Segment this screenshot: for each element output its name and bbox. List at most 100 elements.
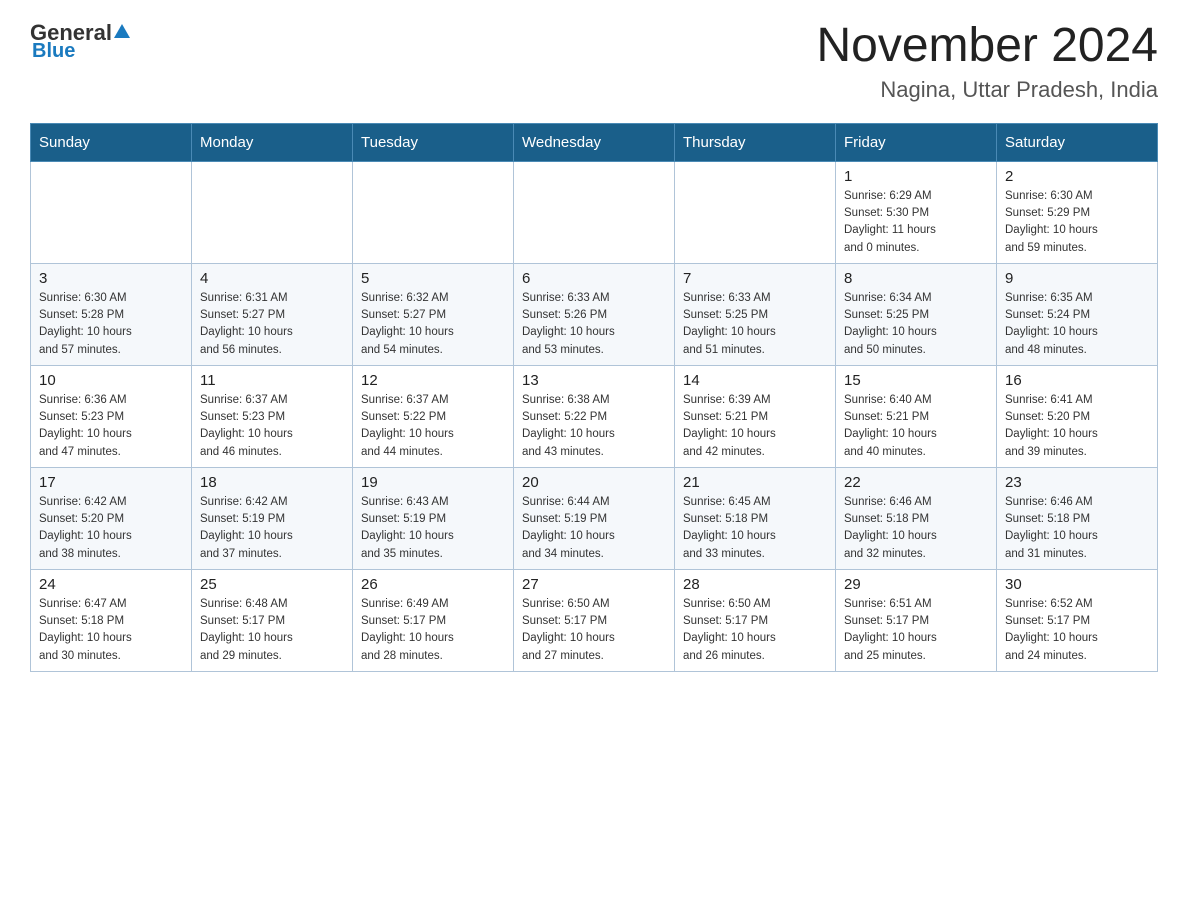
calendar-subtitle: Nagina, Uttar Pradesh, India — [816, 77, 1158, 103]
day-number: 12 — [361, 372, 505, 389]
calendar-cell: 2 Sunrise: 6:30 AM Sunset: 5:29 PM Daylig… — [997, 161, 1158, 263]
day-info: Sunrise: 6:33 AM Sunset: 5:26 PM Dayligh… — [522, 290, 666, 359]
day-number: 1 — [844, 168, 988, 185]
day-info: Sunrise: 6:30 AM Sunset: 5:29 PM Dayligh… — [1005, 188, 1149, 257]
day-number: 5 — [361, 270, 505, 287]
day-info: Sunrise: 6:34 AM Sunset: 5:25 PM Dayligh… — [844, 290, 988, 359]
calendar-cell: 10 Sunrise: 6:36 AM Sunset: 5:23 PM Dayli… — [31, 365, 192, 467]
day-info: Sunrise: 6:42 AM Sunset: 5:20 PM Dayligh… — [39, 494, 183, 563]
calendar-cell — [31, 161, 192, 263]
day-info: Sunrise: 6:46 AM Sunset: 5:18 PM Dayligh… — [1005, 494, 1149, 563]
day-number: 11 — [200, 372, 344, 389]
day-number: 29 — [844, 576, 988, 593]
calendar-cell: 23 Sunrise: 6:46 AM Sunset: 5:18 PM Dayli… — [997, 467, 1158, 569]
day-info: Sunrise: 6:39 AM Sunset: 5:21 PM Dayligh… — [683, 392, 827, 461]
calendar-cell: 11 Sunrise: 6:37 AM Sunset: 5:23 PM Dayli… — [192, 365, 353, 467]
day-info: Sunrise: 6:48 AM Sunset: 5:17 PM Dayligh… — [200, 596, 344, 665]
day-number: 18 — [200, 474, 344, 491]
calendar-cell: 12 Sunrise: 6:37 AM Sunset: 5:22 PM Dayli… — [353, 365, 514, 467]
day-info: Sunrise: 6:46 AM Sunset: 5:18 PM Dayligh… — [844, 494, 988, 563]
day-number: 8 — [844, 270, 988, 287]
calendar-cell: 9Sunrise: 6:35 AM Sunset: 5:24 PM Daylig… — [997, 263, 1158, 365]
calendar-cell: 13 Sunrise: 6:38 AM Sunset: 5:22 PM Dayli… — [514, 365, 675, 467]
calendar-cell: 6 Sunrise: 6:33 AM Sunset: 5:26 PM Daylig… — [514, 263, 675, 365]
day-info: Sunrise: 6:36 AM Sunset: 5:23 PM Dayligh… — [39, 392, 183, 461]
day-number: 10 — [39, 372, 183, 389]
calendar-cell: 8 Sunrise: 6:34 AM Sunset: 5:25 PM Daylig… — [836, 263, 997, 365]
calendar-cell: 24 Sunrise: 6:47 AM Sunset: 5:18 PM Dayli… — [31, 569, 192, 671]
calendar-cell: 4Sunrise: 6:31 AM Sunset: 5:27 PM Daylig… — [192, 263, 353, 365]
day-number: 25 — [200, 576, 344, 593]
calendar-header-friday: Friday — [836, 123, 997, 161]
day-info: Sunrise: 6:50 AM Sunset: 5:17 PM Dayligh… — [683, 596, 827, 665]
calendar-header-tuesday: Tuesday — [353, 123, 514, 161]
calendar-header-thursday: Thursday — [675, 123, 836, 161]
day-info: Sunrise: 6:37 AM Sunset: 5:23 PM Dayligh… — [200, 392, 344, 461]
day-number: 20 — [522, 474, 666, 491]
calendar-header-wednesday: Wednesday — [514, 123, 675, 161]
calendar-cell: 20 Sunrise: 6:44 AM Sunset: 5:19 PM Dayli… — [514, 467, 675, 569]
day-info: Sunrise: 6:49 AM Sunset: 5:17 PM Dayligh… — [361, 596, 505, 665]
day-info: Sunrise: 6:44 AM Sunset: 5:19 PM Dayligh… — [522, 494, 666, 563]
calendar-cell: 25 Sunrise: 6:48 AM Sunset: 5:17 PM Dayli… — [192, 569, 353, 671]
day-info: Sunrise: 6:42 AM Sunset: 5:19 PM Dayligh… — [200, 494, 344, 563]
calendar-title: November 2024 — [816, 20, 1158, 73]
day-number: 28 — [683, 576, 827, 593]
day-number: 24 — [39, 576, 183, 593]
title-area: November 2024 Nagina, Uttar Pradesh, Ind… — [816, 20, 1158, 103]
logo-blue-text: Blue — [30, 40, 75, 63]
day-number: 22 — [844, 474, 988, 491]
calendar-header-monday: Monday — [192, 123, 353, 161]
calendar-cell: 26 Sunrise: 6:49 AM Sunset: 5:17 PM Dayli… — [353, 569, 514, 671]
day-number: 2 — [1005, 168, 1149, 185]
day-number: 3 — [39, 270, 183, 287]
day-info: Sunrise: 6:30 AM Sunset: 5:28 PM Dayligh… — [39, 290, 183, 359]
calendar-cell: 30Sunrise: 6:52 AM Sunset: 5:17 PM Dayli… — [997, 569, 1158, 671]
calendar-cell: 18 Sunrise: 6:42 AM Sunset: 5:19 PM Dayli… — [192, 467, 353, 569]
logo: General Blue — [30, 20, 132, 63]
calendar-cell: 29 Sunrise: 6:51 AM Sunset: 5:17 PM Dayli… — [836, 569, 997, 671]
day-number: 17 — [39, 474, 183, 491]
calendar-cell: 28 Sunrise: 6:50 AM Sunset: 5:17 PM Dayli… — [675, 569, 836, 671]
day-info: Sunrise: 6:43 AM Sunset: 5:19 PM Dayligh… — [361, 494, 505, 563]
day-number: 15 — [844, 372, 988, 389]
day-number: 14 — [683, 372, 827, 389]
calendar-cell — [514, 161, 675, 263]
day-info: Sunrise: 6:51 AM Sunset: 5:17 PM Dayligh… — [844, 596, 988, 665]
logo-triangle-icon — [113, 20, 131, 46]
calendar-cell: 21 Sunrise: 6:45 AM Sunset: 5:18 PM Dayli… — [675, 467, 836, 569]
calendar-week-row: 3 Sunrise: 6:30 AM Sunset: 5:28 PM Daylig… — [31, 263, 1158, 365]
day-info: Sunrise: 6:40 AM Sunset: 5:21 PM Dayligh… — [844, 392, 988, 461]
day-number: 19 — [361, 474, 505, 491]
day-info: Sunrise: 6:45 AM Sunset: 5:18 PM Dayligh… — [683, 494, 827, 563]
day-number: 16 — [1005, 372, 1149, 389]
day-info: Sunrise: 6:31 AM Sunset: 5:27 PM Dayligh… — [200, 290, 344, 359]
calendar-header-sunday: Sunday — [31, 123, 192, 161]
calendar-cell: 16 Sunrise: 6:41 AM Sunset: 5:20 PM Dayli… — [997, 365, 1158, 467]
day-number: 23 — [1005, 474, 1149, 491]
day-info: Sunrise: 6:41 AM Sunset: 5:20 PM Dayligh… — [1005, 392, 1149, 461]
calendar-cell: 3 Sunrise: 6:30 AM Sunset: 5:28 PM Daylig… — [31, 263, 192, 365]
calendar-cell: 19 Sunrise: 6:43 AM Sunset: 5:19 PM Dayli… — [353, 467, 514, 569]
calendar-week-row: 17 Sunrise: 6:42 AM Sunset: 5:20 PM Dayli… — [31, 467, 1158, 569]
calendar-week-row: 24 Sunrise: 6:47 AM Sunset: 5:18 PM Dayli… — [31, 569, 1158, 671]
day-number: 7 — [683, 270, 827, 287]
day-info: Sunrise: 6:47 AM Sunset: 5:18 PM Dayligh… — [39, 596, 183, 665]
day-number: 26 — [361, 576, 505, 593]
calendar-cell — [353, 161, 514, 263]
calendar-cell: 27Sunrise: 6:50 AM Sunset: 5:17 PM Dayli… — [514, 569, 675, 671]
calendar-header-saturday: Saturday — [997, 123, 1158, 161]
day-info: Sunrise: 6:29 AM Sunset: 5:30 PM Dayligh… — [844, 188, 988, 257]
calendar-week-row: 10 Sunrise: 6:36 AM Sunset: 5:23 PM Dayli… — [31, 365, 1158, 467]
day-number: 27 — [522, 576, 666, 593]
day-number: 13 — [522, 372, 666, 389]
day-number: 9 — [1005, 270, 1149, 287]
day-info: Sunrise: 6:38 AM Sunset: 5:22 PM Dayligh… — [522, 392, 666, 461]
calendar-cell: 5Sunrise: 6:32 AM Sunset: 5:27 PM Daylig… — [353, 263, 514, 365]
day-number: 21 — [683, 474, 827, 491]
day-info: Sunrise: 6:37 AM Sunset: 5:22 PM Dayligh… — [361, 392, 505, 461]
calendar-week-row: 1 Sunrise: 6:29 AM Sunset: 5:30 PM Daylig… — [31, 161, 1158, 263]
calendar-cell: 7Sunrise: 6:33 AM Sunset: 5:25 PM Daylig… — [675, 263, 836, 365]
day-number: 6 — [522, 270, 666, 287]
calendar-cell — [675, 161, 836, 263]
